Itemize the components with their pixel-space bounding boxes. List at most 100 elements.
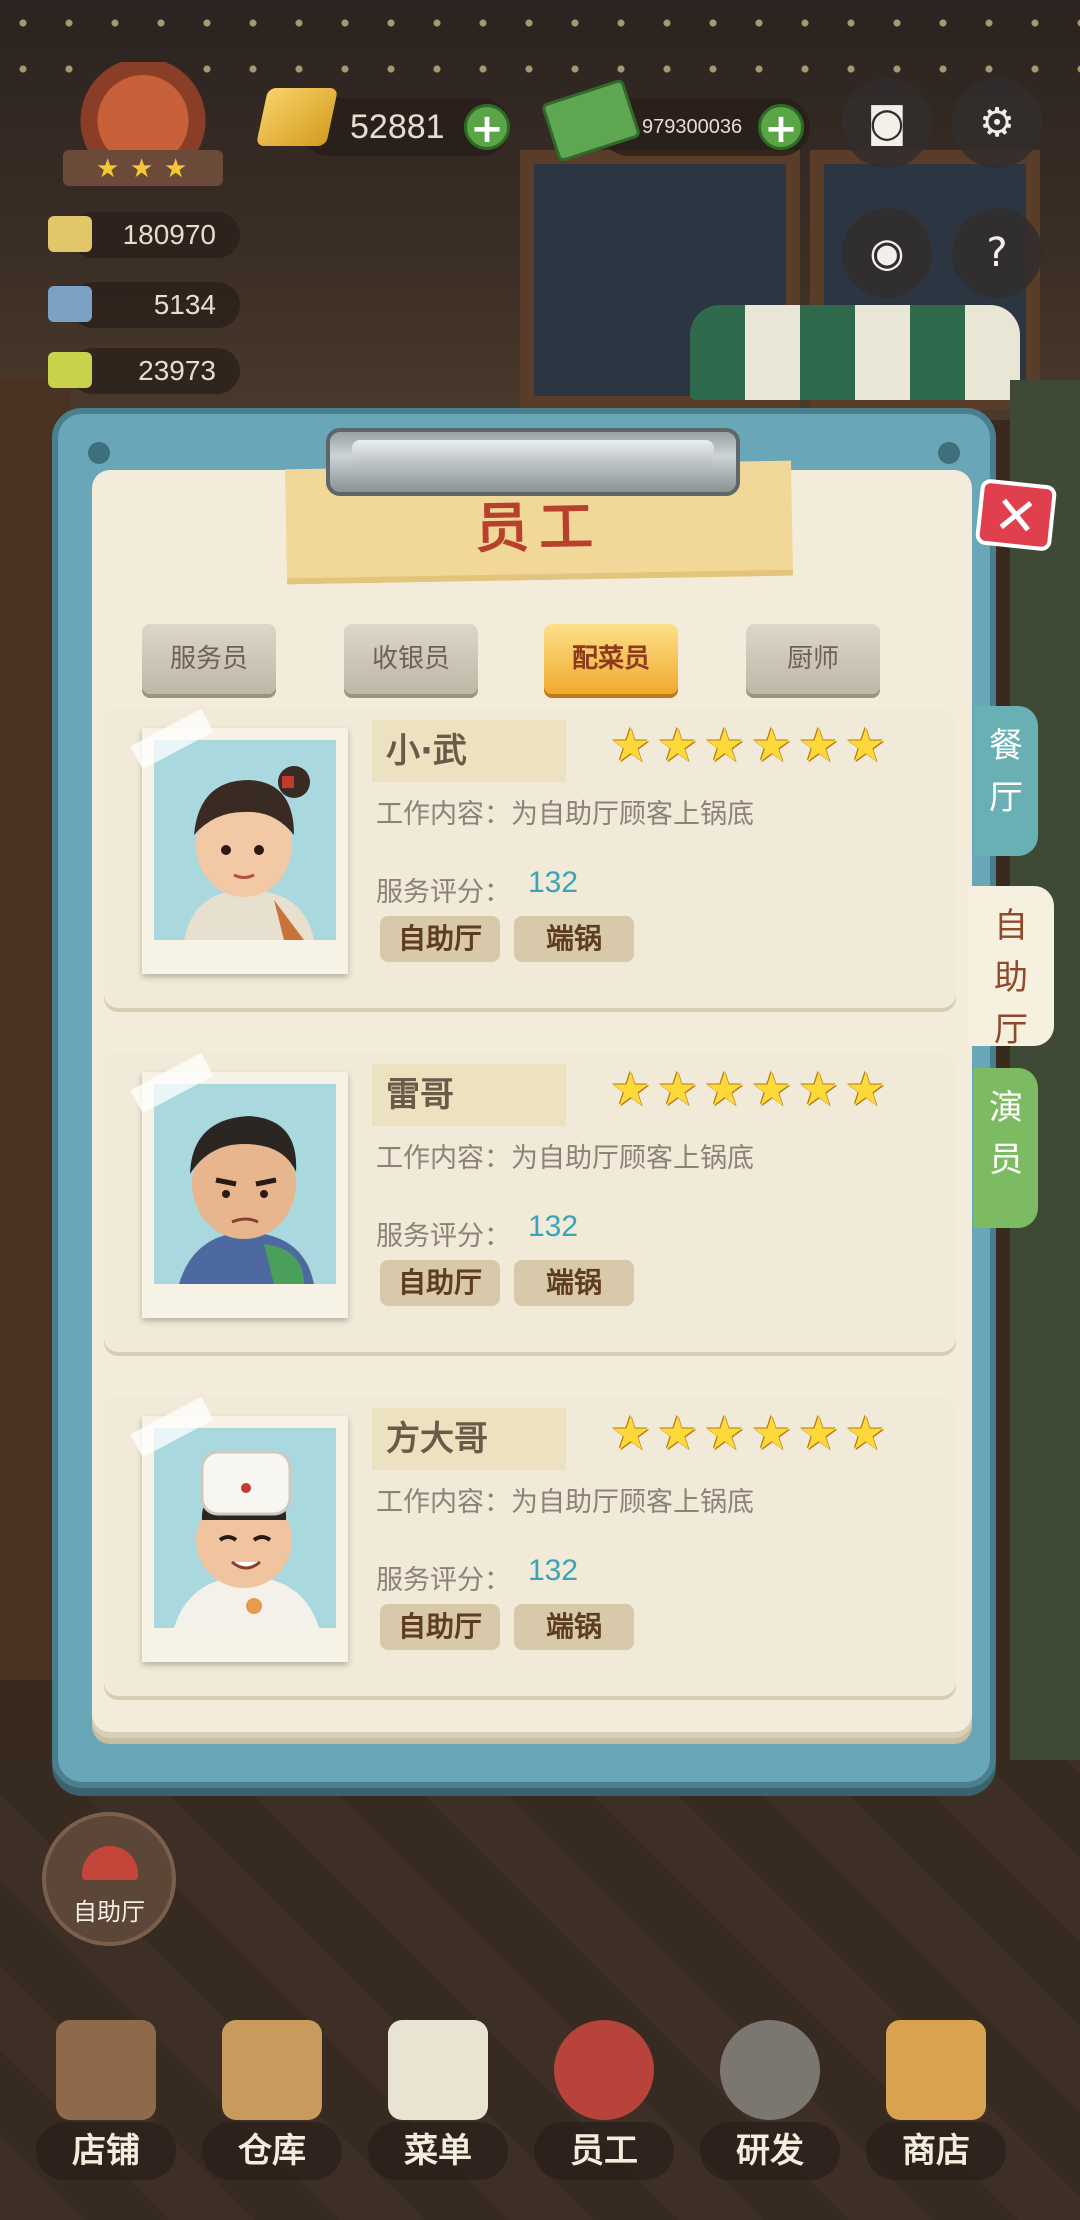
nav-label: 菜单 xyxy=(368,2122,508,2180)
tag-buffet: 自助厅 xyxy=(380,1260,500,1306)
name-plate: 小·武 xyxy=(372,720,566,782)
close-icon: ✕ xyxy=(990,484,1041,550)
score-value: 132 xyxy=(528,1554,579,1587)
portrait xyxy=(154,1084,336,1284)
tag-buffet: 自助厅 xyxy=(380,1604,500,1650)
star-rating: ★ ★ ★ ★ ★ ★ xyxy=(610,722,890,780)
staff-portrait-leige xyxy=(179,1116,314,1284)
tab-cashier[interactable]: 收银员 xyxy=(344,624,478,694)
side-tab-buffet[interactable]: 自助厅 xyxy=(968,886,1054,1050)
staff-name: 方大哥 xyxy=(386,1419,488,1459)
tab-chef[interactable]: 厨师 xyxy=(746,624,880,694)
tag-carry-pot: 端锅 xyxy=(514,916,634,962)
name-plate: 方大哥 xyxy=(372,1408,566,1470)
star-icon: ★ xyxy=(657,1062,699,1116)
staff-portrait-fangdage xyxy=(174,1450,319,1628)
stat-vegetables: 23973 xyxy=(70,348,240,394)
job-description: 工作内容：为自助厅顾客上锅底 xyxy=(376,1487,754,1518)
star-icon: ★ xyxy=(751,1062,793,1116)
restaurant-rank-badge[interactable]: ★ ★ ★ xyxy=(48,62,238,192)
menu-clipboard-icon xyxy=(388,2020,488,2120)
nav-shop-front[interactable]: 店铺 xyxy=(26,2010,186,2200)
staff-name: 雷哥 xyxy=(386,1075,454,1115)
star-icon: ★ xyxy=(751,718,793,772)
side-tab-performers[interactable]: 演员 xyxy=(974,1068,1038,1228)
nav-research[interactable]: 研发 xyxy=(690,2010,850,2200)
star-icon: ★ xyxy=(610,718,652,772)
star-icon: ★ xyxy=(845,1406,887,1460)
gold-value: 52881 xyxy=(350,108,445,146)
close-button[interactable]: ✕ xyxy=(974,478,1058,552)
side-tab-label: 自助厅 xyxy=(994,906,1028,1050)
boxes-icon xyxy=(222,2020,322,2120)
score-label: 服务评分： xyxy=(376,877,511,908)
camera-button[interactable]: ◙ xyxy=(842,78,932,168)
name-plate: 雷哥 xyxy=(372,1064,566,1126)
add-cash-button[interactable]: + xyxy=(758,104,804,151)
striped-awning xyxy=(690,305,1020,400)
tab-waiter[interactable]: 服务员 xyxy=(142,624,276,694)
staff-card[interactable]: 雷哥 ★ ★ ★ ★ ★ ★ 工作内容：为自助厅顾客上锅底 服务评分： 132 自助厅 端… xyxy=(104,1052,956,1352)
staff-photo xyxy=(130,1052,348,1318)
nav-staff[interactable]: 员工 xyxy=(524,2010,684,2200)
star-icon: ★ xyxy=(845,1062,887,1116)
store-stall-icon xyxy=(886,2020,986,2120)
nav-warehouse[interactable]: 仓库 xyxy=(192,2010,352,2200)
star-icon: ★ xyxy=(798,718,840,772)
star-icon: ★ xyxy=(704,718,746,772)
tag-carry-pot: 端锅 xyxy=(514,1260,634,1306)
tag-buffet: 自助厅 xyxy=(380,916,500,962)
staff-card[interactable]: 方大哥 ★ ★ ★ ★ ★ ★ 工作内容：为自助厅顾客上锅底 服务评分： 132 自助厅 … xyxy=(104,1396,956,1696)
eye-icon: ◉ xyxy=(869,230,905,276)
book-question-icon: ? xyxy=(986,230,1008,276)
gold-bar-icon xyxy=(255,88,339,146)
side-tab-label: 餐厅 xyxy=(989,726,1023,818)
gear-icon: ⚙ xyxy=(979,100,1015,146)
cash-value: 979300036 xyxy=(642,116,743,138)
star-icon: ★ xyxy=(657,718,699,772)
rivet xyxy=(88,442,110,464)
star-icon: ★ xyxy=(845,718,887,772)
star-rating: ★ ★ ★ ★ ★ ★ xyxy=(610,1410,890,1468)
buffet-hall-label: 自助厅 xyxy=(73,1898,145,1926)
staff-avatar-icon xyxy=(554,2020,654,2120)
nav-menu[interactable]: 菜单 xyxy=(358,2010,518,2200)
star-icon: ★ xyxy=(704,1406,746,1460)
fish-icon xyxy=(48,286,92,322)
stat-fish: 5134 xyxy=(70,282,240,328)
nav-label: 店铺 xyxy=(36,2122,176,2180)
star-icon: ★ xyxy=(751,1406,793,1460)
vegetable-crate-icon xyxy=(48,352,92,388)
score-label: 服务评分： xyxy=(376,1221,511,1252)
settings-button[interactable]: ⚙ xyxy=(952,78,1042,168)
food-stock-icon xyxy=(48,216,92,252)
score-value: 132 xyxy=(528,866,579,899)
side-tab-label: 演员 xyxy=(989,1088,1023,1180)
clipboard-clip xyxy=(326,428,740,496)
guide-button[interactable]: ? xyxy=(952,208,1042,298)
staff-card[interactable]: 小·武 ★ ★ ★ ★ ★ ★ 工作内容：为自助厅顾客上锅底 服务评分： 132 自助厅 … xyxy=(104,708,956,1008)
buffet-hall-button[interactable]: 自助厅 xyxy=(42,1812,176,1946)
star-icon: ★ xyxy=(130,154,154,184)
wok-icon xyxy=(720,2020,820,2120)
tag-carry-pot: 端锅 xyxy=(514,1604,634,1650)
nav-store[interactable]: 商店 xyxy=(856,2010,1016,2200)
star-rating: ★ ★ ★ ★ ★ ★ xyxy=(610,1066,890,1124)
rivet xyxy=(938,442,960,464)
nav-label: 研发 xyxy=(700,2122,840,2180)
stat-ingredients: 180970 xyxy=(70,212,240,258)
staff-portrait-xiaowu xyxy=(184,766,314,940)
view-button[interactable]: ◉ xyxy=(842,208,932,298)
tab-prep-cook[interactable]: 配菜员 xyxy=(544,624,678,694)
storefront-icon xyxy=(56,2020,156,2120)
staff-name: 小·武 xyxy=(386,731,467,771)
job-description: 工作内容：为自助厅顾客上锅底 xyxy=(376,799,754,830)
add-gold-button[interactable]: + xyxy=(464,104,510,151)
score-value: 132 xyxy=(528,1210,579,1243)
star-icon: ★ xyxy=(657,1406,699,1460)
star-icon: ★ xyxy=(610,1406,652,1460)
side-tab-restaurant[interactable]: 餐厅 xyxy=(974,706,1038,856)
nav-label: 员工 xyxy=(534,2122,674,2180)
food-cloche-icon xyxy=(82,1846,138,1880)
nav-label: 仓库 xyxy=(202,2122,342,2180)
